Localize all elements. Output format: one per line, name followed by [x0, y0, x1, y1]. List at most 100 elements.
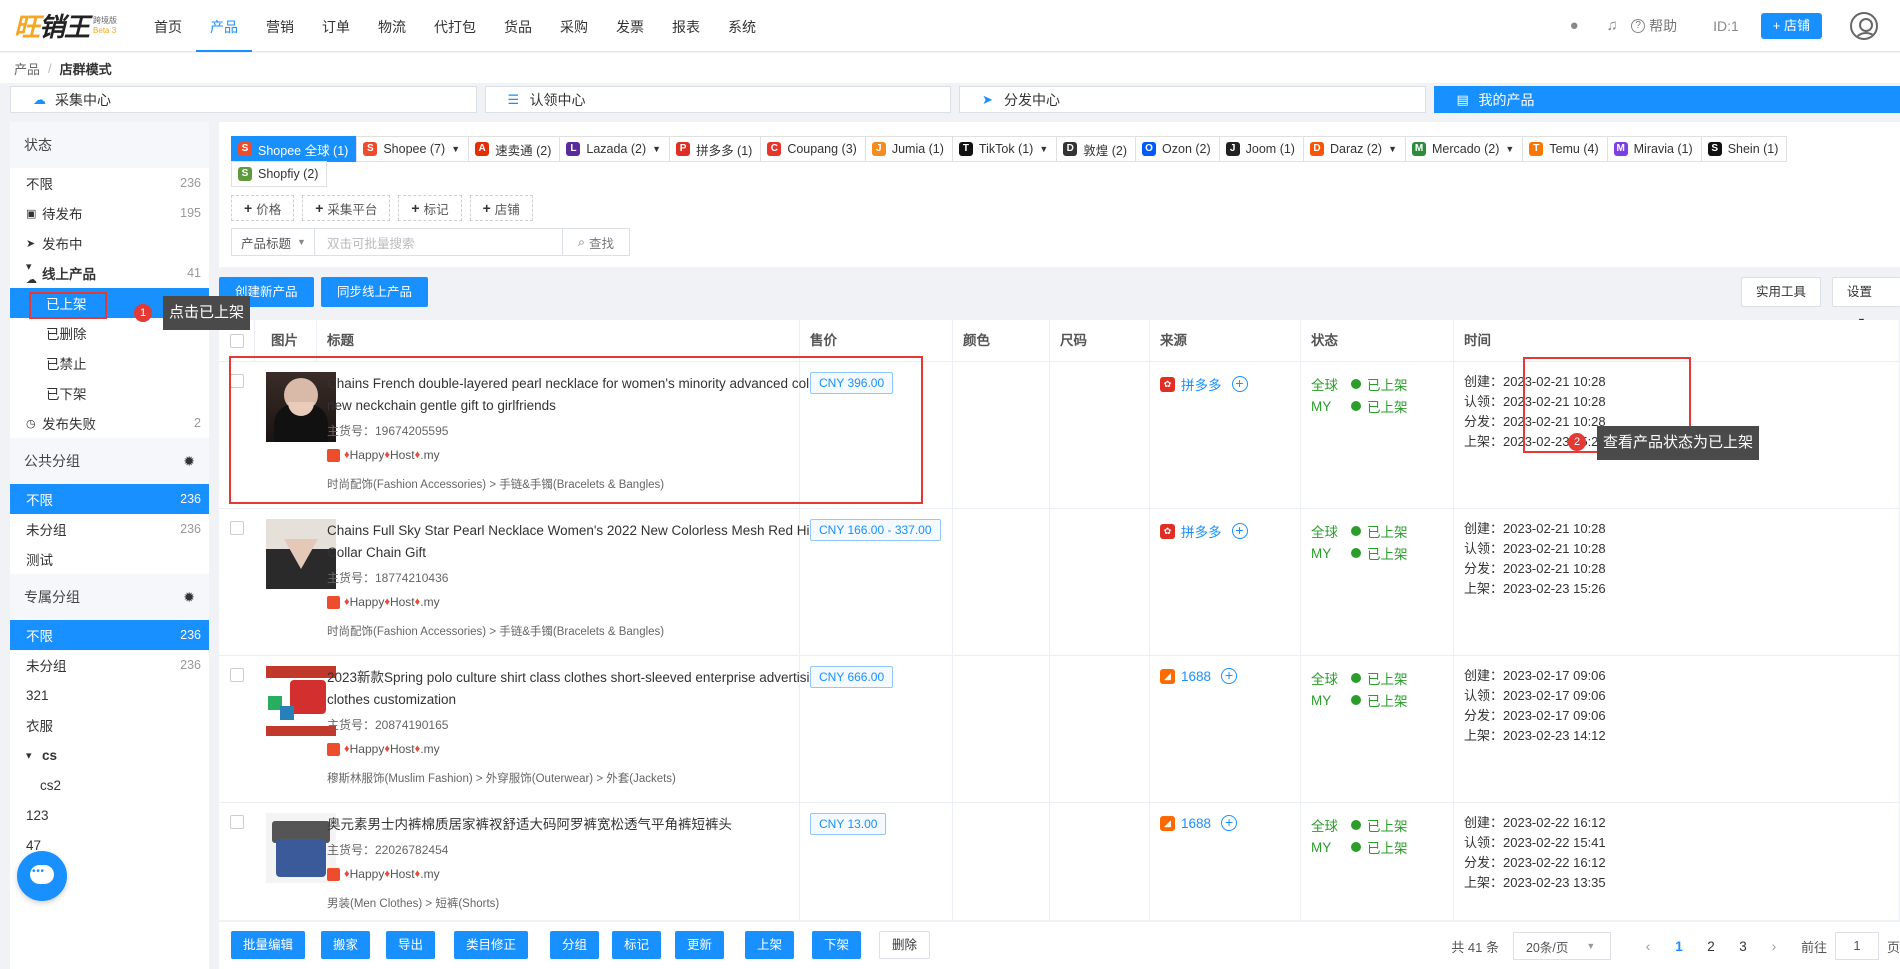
- nav-item-0[interactable]: 首页: [140, 0, 196, 52]
- table-row[interactable]: Chains Full Sky Star Pearl Necklace Wome…: [219, 509, 1900, 656]
- page-1[interactable]: 1: [1663, 939, 1695, 954]
- settings-button[interactable]: 设置▼: [1832, 277, 1900, 326]
- platform-tab-1[interactable]: S Shopee (7) ▼: [356, 136, 470, 162]
- sidebar-item-status_items-7[interactable]: 已下架: [10, 378, 209, 408]
- filter-button-3[interactable]: + 店铺: [469, 195, 533, 221]
- filter-button-1[interactable]: + 采集平台: [302, 195, 391, 221]
- bulk-action-button-7[interactable]: 上架: [745, 931, 795, 959]
- platform-tab-0[interactable]: S Shopee 全球 (1): [231, 136, 358, 162]
- search-input[interactable]: 双击可批量搜索: [315, 228, 563, 256]
- platform-tab-7[interactable]: T TikTok (1) ▼: [951, 136, 1058, 162]
- bulk-action-button-2[interactable]: 导出: [386, 931, 436, 959]
- sidebar-item-private_items-6[interactable]: 123: [10, 800, 209, 830]
- nav-item-1[interactable]: 产品: [196, 0, 252, 52]
- platform-tab-16[interactable]: S Shopfiy (2): [231, 161, 328, 187]
- platform-tab-12[interactable]: M Mercado (2) ▼: [1405, 136, 1524, 162]
- sidebar-item-private_items-5[interactable]: cs2: [10, 770, 209, 800]
- platform-tab-3[interactable]: L Lazada (2) ▼: [559, 136, 671, 162]
- bulk-action-button-8[interactable]: 下架: [812, 931, 862, 959]
- sidebar-item-private_items-4[interactable]: ▾ cs: [10, 740, 209, 770]
- platform-tab-4[interactable]: P 拼多多 (1): [669, 136, 762, 162]
- sidebar-item-public_items-0[interactable]: 不限 236: [10, 484, 209, 514]
- globe-icon[interactable]: ●: [1565, 17, 1583, 35]
- sidebar-item-status_items-1[interactable]: ▣ 待发布 195: [10, 198, 209, 228]
- sidebar-item-private_items-2[interactable]: 321: [10, 680, 209, 710]
- sidebar-item-status_items-8[interactable]: ◷ 发布失败 2: [10, 408, 209, 438]
- nav-item-9[interactable]: 报表: [658, 0, 714, 52]
- nav-item-8[interactable]: 发票: [602, 0, 658, 52]
- user-avatar-icon[interactable]: [1850, 12, 1878, 40]
- platform-tab-13[interactable]: T Temu (4): [1522, 136, 1608, 162]
- gear-icon[interactable]: ✹: [183, 453, 195, 470]
- page-size-select[interactable]: 20条/页 ▼: [1512, 932, 1611, 960]
- sidebar-item-public_items-2[interactable]: 测试: [10, 544, 209, 574]
- goto-page-input[interactable]: 1: [1834, 932, 1879, 960]
- step-distribute[interactable]: ➤ 分发中心: [959, 86, 1426, 113]
- bulk-action-button-5[interactable]: 标记: [612, 931, 662, 959]
- sidebar-item-public_items-1[interactable]: 未分组 236: [10, 514, 209, 544]
- app-logo[interactable]: 旺销王 跨境版 Beta 3: [0, 0, 140, 52]
- platform-tab-9[interactable]: O Ozon (2): [1135, 136, 1220, 162]
- filter-button-0[interactable]: + 价格: [231, 195, 295, 221]
- platform-tab-5[interactable]: C Coupang (3): [760, 136, 866, 162]
- step-my-products[interactable]: ▤ 我的产品: [1433, 86, 1900, 113]
- help-link[interactable]: ? 帮助: [1631, 16, 1677, 36]
- table-row[interactable]: 2023新款Spring polo culture shirt class cl…: [219, 656, 1900, 803]
- nav-item-4[interactable]: 物流: [364, 0, 420, 52]
- bulk-action-button-6[interactable]: 更新: [675, 931, 725, 959]
- nav-item-7[interactable]: 采购: [546, 0, 602, 52]
- source-link[interactable]: ✿ 拼多多 +: [1160, 374, 1248, 394]
- step-collect[interactable]: ☁ 采集中心: [10, 86, 477, 113]
- prev-page-icon[interactable]: ‹: [1633, 938, 1663, 954]
- bulk-action-button-0[interactable]: 批量编辑: [231, 931, 306, 959]
- platform-tab-6[interactable]: J Jumia (1): [864, 136, 953, 162]
- sidebar-item-private_items-1[interactable]: 未分组 236: [10, 650, 209, 680]
- bulk-action-button-1[interactable]: 搬家: [321, 931, 371, 959]
- filter-button-2[interactable]: + 标记: [398, 195, 462, 221]
- next-page-icon[interactable]: ›: [1759, 938, 1789, 954]
- row-checkbox[interactable]: [230, 815, 244, 829]
- page-3[interactable]: 3: [1727, 939, 1759, 954]
- gear-icon[interactable]: ✹: [183, 589, 195, 606]
- platform-tab-14[interactable]: M Miravia (1): [1606, 136, 1702, 162]
- select-all-checkbox[interactable]: [230, 334, 244, 348]
- tools-button[interactable]: 实用工具: [1741, 277, 1822, 307]
- source-link[interactable]: ✿ 拼多多 +: [1160, 521, 1248, 541]
- nav-item-3[interactable]: 订单: [308, 0, 364, 52]
- sidebar-item-status_items-2[interactable]: ➤ 发布中: [10, 228, 209, 258]
- search-button[interactable]: ⌕ 查找: [563, 228, 630, 256]
- row-checkbox[interactable]: [230, 374, 244, 388]
- bulk-action-button-4[interactable]: 分组: [550, 931, 600, 959]
- platform-tab-10[interactable]: J Joom (1): [1218, 136, 1304, 162]
- search-field-select[interactable]: 产品标题 ▼: [231, 228, 315, 256]
- bulk-action-button-3[interactable]: 类目修正: [454, 931, 529, 959]
- source-link[interactable]: ◢ 1688 +: [1160, 668, 1238, 684]
- sidebar-item-private_items-3[interactable]: 衣服: [10, 710, 209, 740]
- sidebar-item-status_items-0[interactable]: 不限 236: [10, 168, 209, 198]
- add-source-icon[interactable]: +: [1221, 668, 1238, 684]
- row-checkbox[interactable]: [230, 668, 244, 682]
- source-link[interactable]: ◢ 1688 +: [1160, 815, 1238, 831]
- platform-tab-2[interactable]: A 速卖通 (2): [468, 136, 561, 162]
- table-row[interactable]: 奥元素男士内裤棉质居家裤衩舒适大码阿罗裤宽松透气平角裤短裤头 主货号：220267…: [219, 803, 1900, 920]
- sync-online-products-button[interactable]: 同步线上产品: [321, 277, 429, 307]
- add-source-icon[interactable]: +: [1221, 815, 1238, 831]
- chat-bubble-icon[interactable]: [17, 851, 67, 901]
- bell-icon[interactable]: ♫: [1603, 17, 1621, 35]
- platform-tab-15[interactable]: S Shein (1): [1700, 136, 1788, 162]
- add-shop-button[interactable]: + 店铺: [1760, 13, 1822, 39]
- platform-tab-8[interactable]: D 敦煌 (2): [1056, 136, 1137, 162]
- page-2[interactable]: 2: [1695, 939, 1727, 954]
- breadcrumb-product[interactable]: 产品: [14, 59, 40, 78]
- nav-item-2[interactable]: 营销: [252, 0, 308, 52]
- platform-tab-11[interactable]: D Daraz (2) ▼: [1302, 136, 1406, 162]
- add-source-icon[interactable]: +: [1231, 376, 1248, 392]
- add-source-icon[interactable]: +: [1231, 523, 1248, 539]
- bulk-action-button-9[interactable]: 删除: [879, 931, 931, 959]
- nav-item-5[interactable]: 代打包: [420, 0, 490, 52]
- sidebar-item-private_items-0[interactable]: 不限 236: [10, 620, 209, 650]
- row-checkbox[interactable]: [230, 521, 244, 535]
- step-claim[interactable]: ☰ 认领中心: [484, 86, 951, 113]
- sidebar-item-status_items-6[interactable]: 已禁止: [10, 348, 209, 378]
- sidebar-item-status_items-3[interactable]: ▾☁ 线上产品 41: [10, 258, 209, 288]
